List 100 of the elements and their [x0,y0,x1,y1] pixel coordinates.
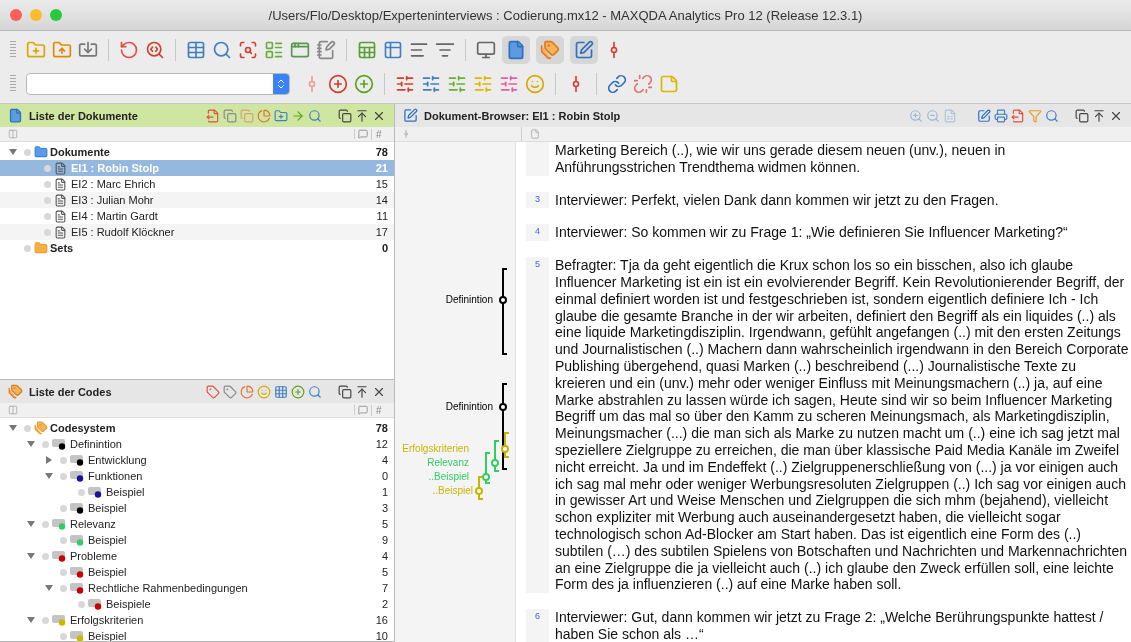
paragraph-number: 4 [526,224,549,242]
sliders-icon[interactable] [473,74,493,94]
collapse-icon[interactable] [1092,108,1106,123]
document-tree-item[interactable]: EI4 : Martin Gardt 11 [0,208,394,224]
circle-plus-icon[interactable] [354,74,374,94]
sliders-icon[interactable] [499,74,519,94]
coding-stripe[interactable] [501,432,509,458]
expanded-triangle-icon[interactable] [27,440,35,448]
code-tree-item[interactable]: Funktionen 0 [0,468,394,484]
circle-icon [78,488,85,496]
paragraph-text: Interviewer: Gut, dann kommen wir jetzt zu Frage 2: „Welche Berührungspunkte hattest / haben Sie schon als …“ [554,609,1105,642]
tags-icon [8,384,23,399]
code-search-icon[interactable] [145,40,165,60]
rotate-icon[interactable] [119,40,139,60]
smiley-icon[interactable] [257,384,271,399]
file-export-icon[interactable] [206,108,220,123]
code-tree-item[interactable]: Beispiele 2 [0,596,394,612]
import-icon[interactable] [78,40,98,60]
file-export-icon[interactable] [1011,108,1025,123]
sliders-icon[interactable] [395,74,415,94]
folder-plus-icon[interactable] [274,108,288,123]
window-icon[interactable] [290,40,310,60]
collapse-icon[interactable] [355,108,369,123]
document-tree-item[interactable]: Sets 0 [0,240,394,256]
unlink-icon[interactable] [633,74,653,94]
expanded-triangle-icon[interactable] [27,616,35,624]
search-icon[interactable] [308,384,322,399]
zoom-button[interactable] [50,9,62,21]
expanded-triangle-icon[interactable] [27,552,35,560]
code-tree-item[interactable]: Erfolgskriterien 16 [0,612,394,628]
smiley-icon[interactable] [525,74,545,94]
document-tree-item[interactable]: EI2 : Marc Ehrich 15 [0,176,394,192]
restore-icon[interactable] [338,384,352,399]
sheet-icon[interactable] [357,40,377,60]
collapse-icon[interactable] [355,384,369,399]
expanded-triangle-icon[interactable] [45,472,53,480]
code-tree-item[interactable]: Beispiel 5 [0,564,394,580]
collapsed-triangle-icon[interactable] [45,456,53,464]
lines-icon[interactable] [409,40,429,60]
sliders-icon[interactable] [421,74,441,94]
document-tree-item[interactable]: EI3 : Julian Mohr 14 [0,192,394,208]
filter-icon[interactable] [435,40,455,60]
pie-chart-icon[interactable] [257,108,271,123]
panel-title: Liste der Codes [29,385,112,398]
paragraph-text: Marketing Bereich (..), wie wir uns gerade diesem neuen (unv.), neuen in Anführungsstrichen Trendthema widmen können. [554,142,1007,176]
code-tree-item[interactable]: Entwicklung 4 [0,452,394,468]
code-tree-item[interactable]: Beispiel 9 [0,532,394,548]
coding-stripe[interactable] [499,268,507,355]
code-label: Erfolgskriterien [401,443,469,454]
search-combo-field[interactable] [26,73,290,95]
search-icon[interactable] [1045,108,1059,123]
printer-icon[interactable] [994,108,1008,123]
notebook-icon[interactable] [316,40,336,60]
code-tree-item[interactable]: Codesystem 78 [0,420,394,436]
tag-icon[interactable] [206,384,220,399]
expanded-triangle-icon[interactable] [27,520,35,528]
table-icon[interactable] [186,40,206,60]
expanded-triangle-icon[interactable] [9,424,17,432]
close-button[interactable] [10,9,22,21]
search-icon[interactable] [212,40,232,60]
code-tree-item[interactable]: Rechtliche Rahmenbedingungen 7 [0,580,394,596]
coding-stripe[interactable] [499,383,507,470]
code-tree-item[interactable]: Beispiel 1 [0,484,394,500]
tag-icon[interactable] [223,384,237,399]
expanded-triangle-icon[interactable] [9,148,17,156]
folder-icon [34,145,48,159]
chevrons-icon[interactable] [275,78,287,90]
table-icon[interactable] [383,40,403,60]
grid-icon[interactable] [274,384,288,399]
code-label: Relevanz [426,457,469,468]
restore-icon[interactable] [1075,108,1089,123]
link-icon[interactable] [607,74,627,94]
paragraph-number: 3 [526,191,549,209]
code-tree-item[interactable]: Relevanz 5 [0,516,394,532]
document-toggle-button[interactable] [502,36,530,64]
scan-search-icon[interactable] [238,40,258,60]
code-tree-item[interactable]: Probleme 4 [0,548,394,564]
code-tag-icon [70,566,86,578]
code-tree-item[interactable]: Definintion 12 [0,436,394,452]
codes-toggle-button[interactable] [536,36,564,64]
code-tree-item[interactable]: Beispiel 3 [0,500,394,516]
circle-plus-icon[interactable] [328,74,348,94]
monitor-icon[interactable] [476,40,496,60]
sliders-icon[interactable] [447,74,467,94]
edit-icon[interactable] [977,108,991,123]
folder-plus-icon[interactable] [26,40,46,60]
document-tree-item[interactable]: EI5 : Rudolf Klöckner 17 [0,224,394,240]
circle-icon [78,600,85,608]
search-icon[interactable] [308,108,322,123]
memo-toggle-button[interactable] [570,36,598,64]
expanded-triangle-icon[interactable] [45,584,53,592]
restore-icon[interactable] [338,108,352,123]
document-icon [54,225,67,239]
circle-plus-icon[interactable] [291,384,305,399]
document-tree-item[interactable]: Dokumente 78 [0,144,394,160]
circle-icon [44,228,51,236]
folder-up-icon[interactable] [52,40,72,60]
layout-icon[interactable] [264,40,284,60]
pie-chart-icon[interactable] [240,384,254,399]
copy-icon[interactable] [223,108,237,123]
